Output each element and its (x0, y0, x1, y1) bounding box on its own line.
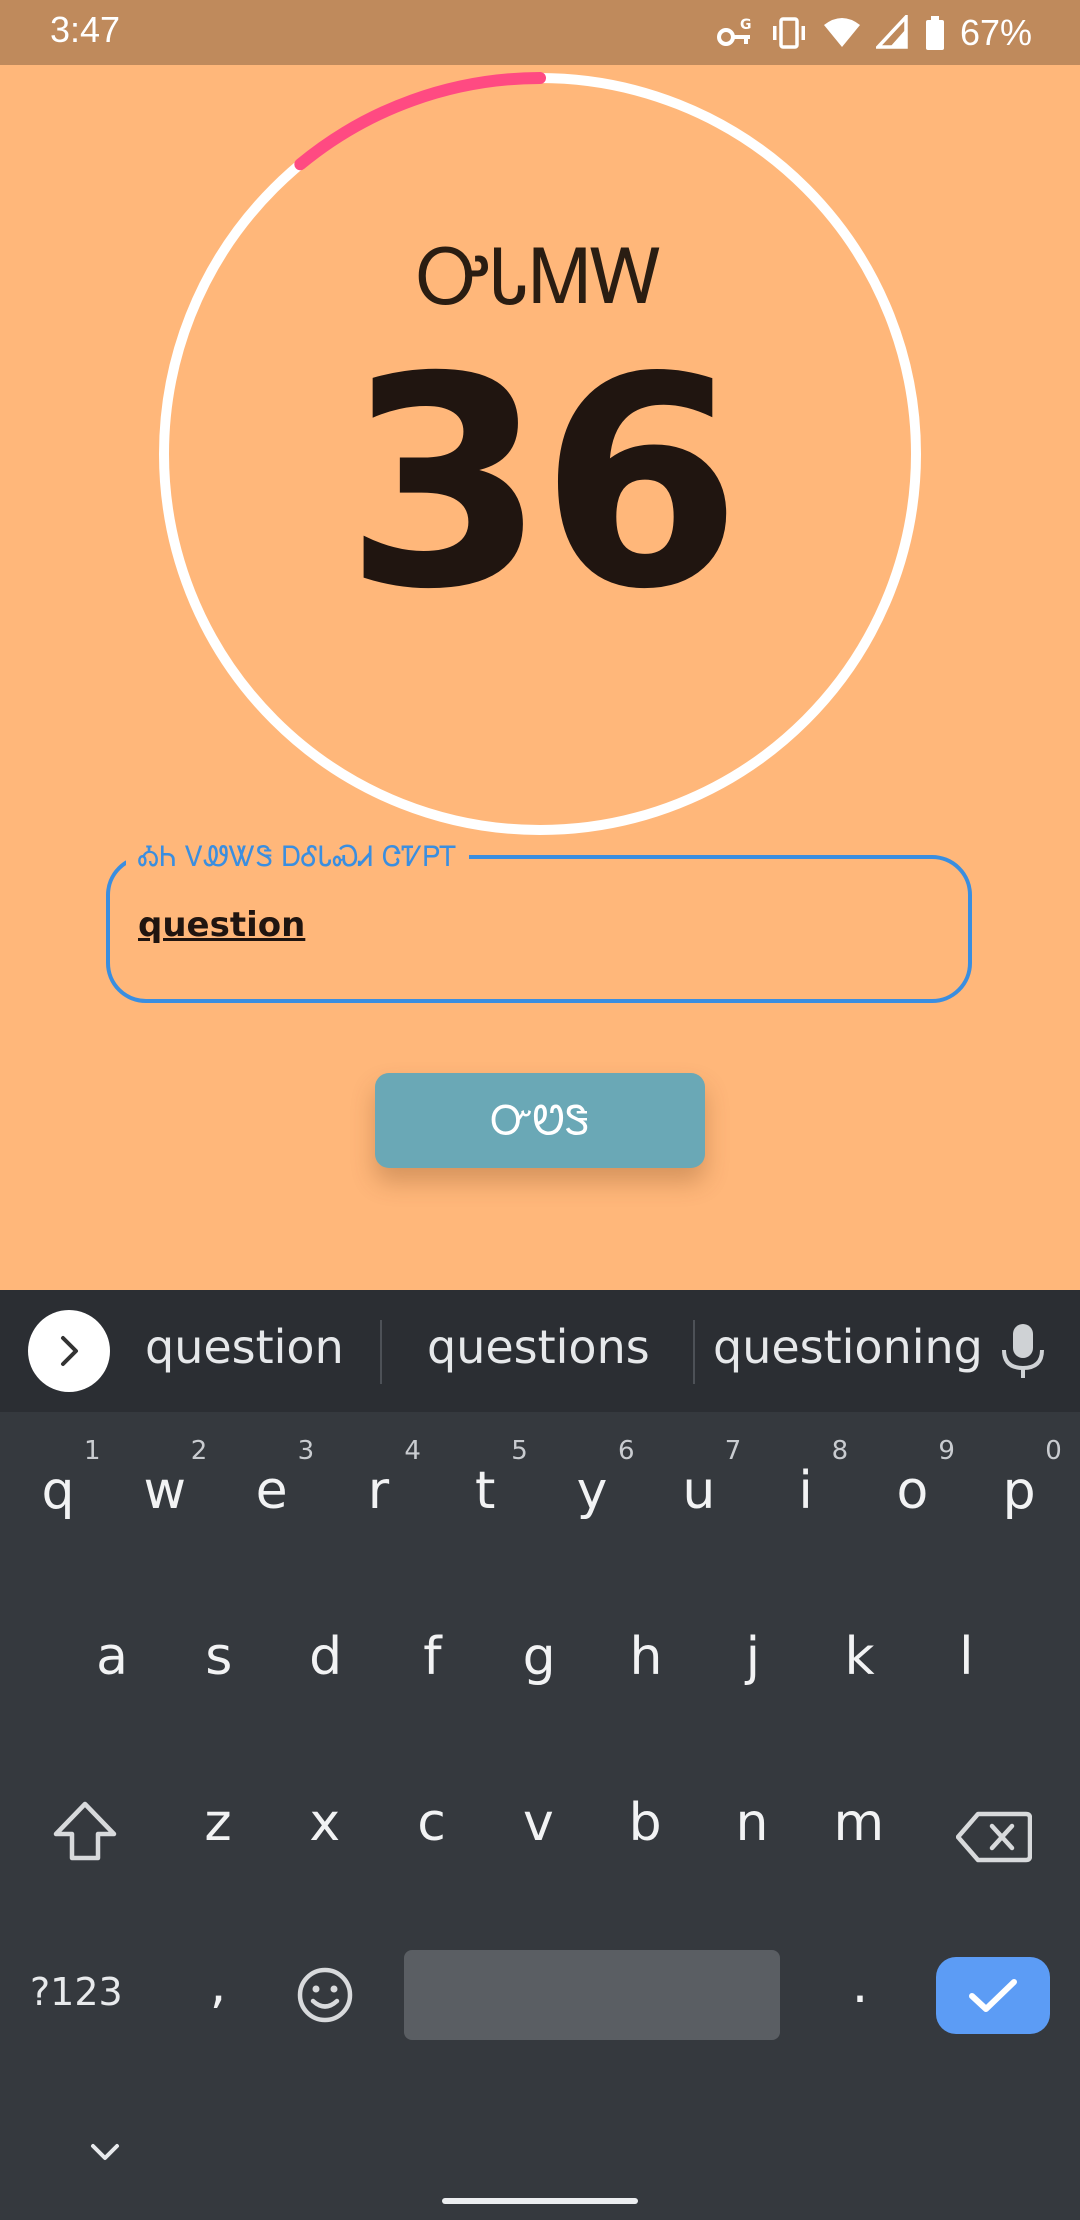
expand-toolbar-button[interactable] (28, 1310, 110, 1392)
timer-ring-progress (294, 72, 546, 171)
suggestion-divider (693, 1320, 695, 1384)
key-hint-r: 4 (404, 1436, 421, 1466)
key-b[interactable]: b (595, 1768, 695, 1878)
symbols-key[interactable]: ?123 (30, 1970, 123, 2014)
navigation-handle[interactable] (442, 2198, 638, 2204)
key-s[interactable]: s (169, 1602, 269, 1712)
key-x[interactable]: x (275, 1768, 375, 1878)
key-j[interactable]: j (703, 1602, 803, 1712)
key-n[interactable]: n (702, 1768, 802, 1878)
key-hint-q: 1 (84, 1436, 101, 1466)
period-key[interactable]: . (810, 1930, 910, 2040)
space-key[interactable] (404, 1950, 780, 2040)
suggestion-3[interactable]: questioning (713, 1320, 983, 1374)
keyboard: question questions questioning q1w2e3r4t… (0, 1290, 1080, 2220)
key-g[interactable]: g (489, 1602, 589, 1712)
microphone-icon[interactable] (998, 1322, 1048, 1382)
comma-key[interactable]: , (168, 1930, 268, 2040)
timer-value: 36 (344, 316, 742, 653)
key-hint-o: 9 (938, 1436, 955, 1466)
answer-input-label: ᎣᏂ ᏙᏪᏔᏕ ᎠᎴᏓᏍᏗ ᏣᏤᏢᎢ (126, 840, 470, 874)
suggestion-divider (380, 1320, 382, 1384)
answer-input-value[interactable]: question (138, 905, 305, 945)
submit-button[interactable]: ᏅᏬᏕ (375, 1073, 705, 1168)
hide-keyboard-icon[interactable] (88, 2140, 122, 2164)
chevron-right-icon (61, 1336, 78, 1366)
key-v[interactable]: v (488, 1768, 588, 1878)
key-h[interactable]: h (596, 1602, 696, 1712)
key-l[interactable]: l (916, 1602, 1016, 1712)
suggestion-bar: question questions questioning (0, 1290, 1080, 1412)
key-hint-u: 7 (724, 1436, 742, 1466)
key-hint-t: 5 (511, 1436, 528, 1466)
key-hint-w: 2 (190, 1436, 208, 1466)
suggestion-1[interactable]: question (145, 1320, 344, 1374)
key-hint-y: 6 (618, 1436, 635, 1466)
key-hint-p: 0 (1045, 1436, 1062, 1466)
timer-label: ᎤᏓᎷᎳ (416, 232, 664, 321)
suggestion-2[interactable]: questions (427, 1320, 650, 1374)
enter-key[interactable] (936, 1957, 1050, 2034)
key-a[interactable]: a (62, 1602, 162, 1712)
key-hint-e: 3 (297, 1436, 315, 1466)
key-f[interactable]: f (382, 1602, 482, 1712)
key-z[interactable]: z (168, 1768, 268, 1878)
key-m[interactable]: m (809, 1768, 909, 1878)
shift-icon[interactable] (52, 1800, 118, 1864)
checkmark-icon (969, 1978, 1017, 2012)
key-k[interactable]: k (810, 1602, 910, 1712)
key-d[interactable]: d (276, 1602, 376, 1712)
emoji-icon[interactable] (296, 1966, 354, 2024)
backspace-icon[interactable] (956, 1810, 1032, 1864)
key-c[interactable]: c (382, 1768, 482, 1878)
key-hint-i: 8 (831, 1436, 849, 1466)
